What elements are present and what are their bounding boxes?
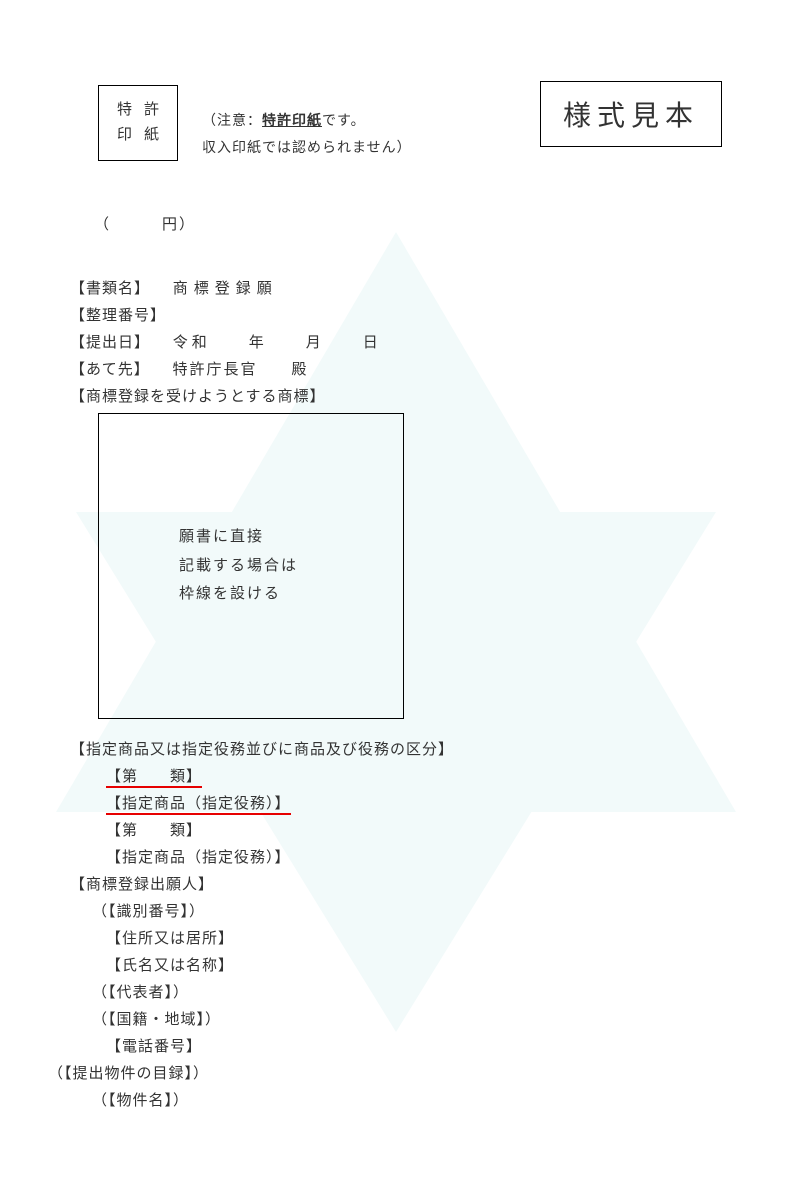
- notice-text: （注意：特許印紙です。 収入印紙では認められません）: [202, 109, 412, 162]
- sample-label: 様式見本: [563, 101, 699, 132]
- notice-prefix: （注意：: [202, 114, 262, 129]
- applicant-idno: （【識別番号】）: [92, 904, 205, 920]
- trademark-box: 願書に直接 記載する場合は 枠線を設ける: [98, 413, 404, 719]
- attachments-item: （【物件名】）: [92, 1093, 189, 1109]
- notice-line2: 収入印紙では認められません）: [202, 136, 412, 163]
- stamp-line1: 特許: [117, 98, 171, 124]
- designated-header: 【指定商品又は指定役務並びに商品及び役務の区分】: [70, 737, 722, 764]
- dest-value: 特許庁長官 殿: [172, 357, 308, 384]
- notice-bold: 特許印紙: [262, 114, 322, 129]
- tm-box-l3: 枠線を設ける: [179, 580, 281, 609]
- stamp-line2: 印紙: [117, 123, 171, 149]
- ref-no-label: 【整理番号】: [70, 303, 166, 330]
- goods-row-1: 【指定商品（指定役務）】: [106, 796, 291, 815]
- class-row-2: 【第 類】: [106, 823, 202, 839]
- applicant-name: 【氏名又は名称】: [106, 958, 234, 974]
- applicant-header: 【商標登録出願人】: [70, 872, 722, 899]
- goods-row-2: 【指定商品（指定役務）】: [106, 850, 291, 866]
- attachments-header: （【提出物件の目録】）: [48, 1066, 209, 1082]
- applicant-tel: 【電話番号】: [106, 1039, 202, 1055]
- tm-label: 【商標登録を受けようとする商標】: [70, 384, 326, 411]
- yen-amount: （ 円）: [94, 213, 722, 234]
- dest-label: 【あて先】: [70, 357, 150, 384]
- submit-date-label: 【提出日】: [70, 330, 150, 357]
- applicant-address: 【住所又は居所】: [106, 931, 234, 947]
- doc-name-value: 商標登録願: [173, 276, 278, 303]
- doc-name-label: 【書類名】: [70, 276, 150, 303]
- tm-box-l1: 願書に直接: [179, 523, 264, 552]
- submit-date-value: 令和 年 月 日: [173, 330, 382, 357]
- sample-label-box: 様式見本: [540, 81, 722, 147]
- applicant-rep: （【代表者】）: [92, 985, 189, 1001]
- patent-stamp-box: 特許 印紙: [98, 85, 178, 161]
- class-row-1: 【第 類】: [106, 769, 202, 788]
- tm-box-l2: 記載する場合は: [179, 552, 298, 581]
- applicant-nat: （【国籍・地域】）: [92, 1012, 221, 1028]
- notice-mid: です。: [322, 114, 366, 129]
